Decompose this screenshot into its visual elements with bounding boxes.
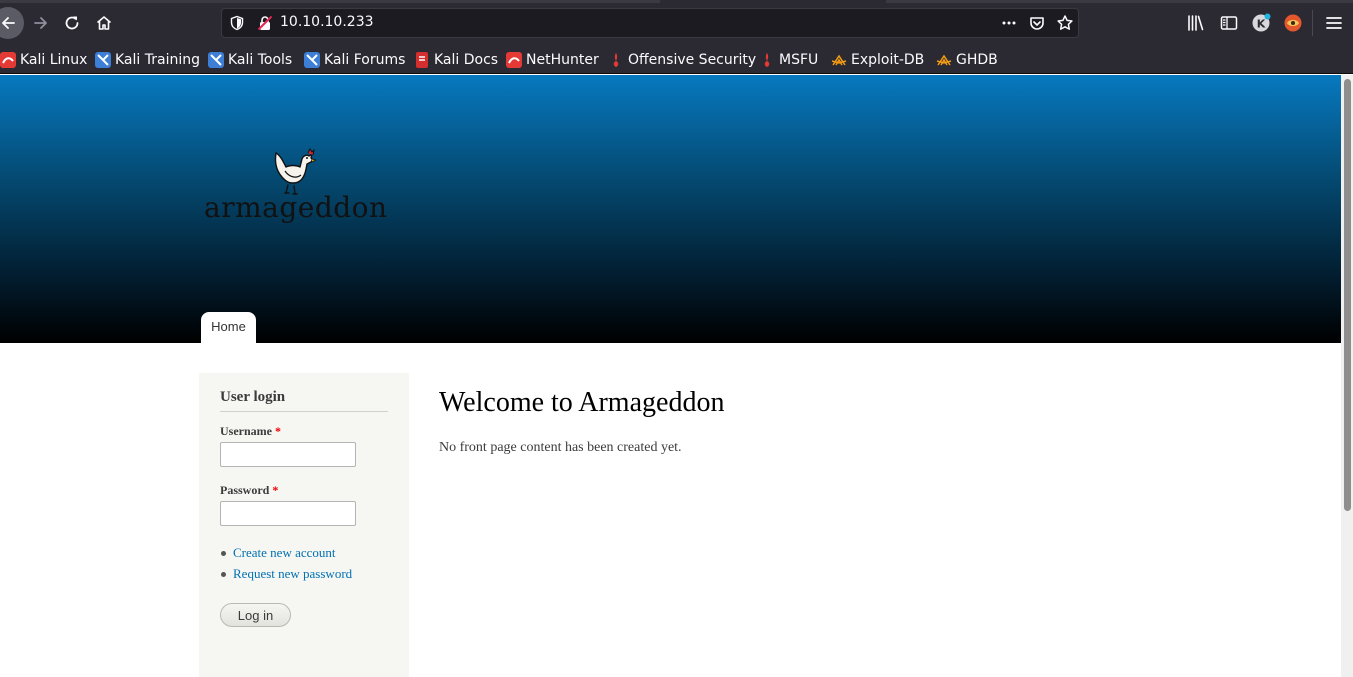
web-page: armageddon Home User login Username * Pa… <box>0 75 1341 677</box>
bookmark-kali-docs[interactable]: Kali Docs <box>414 49 498 71</box>
account-icon[interactable]: K <box>1251 13 1271 33</box>
password-label-text: Password <box>220 483 270 497</box>
password-input[interactable] <box>220 501 356 526</box>
bookmark-label: Kali Training <box>115 52 200 68</box>
bookmark-label: MSFU <box>779 52 819 68</box>
bookmark-kali-training[interactable]: Kali Training <box>95 49 200 71</box>
user-login-block: User login Username * Password * Create … <box>199 373 409 677</box>
reload-icon <box>65 16 79 30</box>
bookmark-kali-forums[interactable]: Kali Forums <box>304 49 405 71</box>
kali-icon <box>0 52 16 68</box>
back-button[interactable] <box>0 7 24 39</box>
page-body-text: No front page content has been created y… <box>439 440 682 455</box>
more-actions-icon[interactable] <box>1000 14 1018 32</box>
chicken-logo-icon <box>274 148 316 195</box>
page-title: Welcome to Armageddon <box>439 387 725 418</box>
arrow-right-icon <box>34 17 47 29</box>
site-logo[interactable]: armageddon <box>200 147 390 237</box>
list-item: Request new password <box>220 566 388 583</box>
bookmark-label: Kali Docs <box>434 52 499 68</box>
library-icon[interactable] <box>1186 13 1206 33</box>
log-in-button[interactable]: Log in <box>220 603 291 627</box>
password-label: Password * <box>220 483 388 498</box>
bookmark-exploit-db[interactable]: Exploit-DB <box>831 49 924 71</box>
browser-toolbar: 10.10.10.233 K <box>0 0 1353 46</box>
toolbar-separator <box>1312 10 1313 36</box>
create-account-link[interactable]: Create new account <box>233 545 336 560</box>
exploitdb-icon <box>831 54 847 66</box>
site-name[interactable]: armageddon <box>204 191 388 224</box>
bookmark-label: Kali Forums <box>324 52 406 68</box>
nav-tab-home[interactable]: Home <box>201 312 256 343</box>
nethunter-icon <box>506 52 522 68</box>
bookmark-label: Offensive Security <box>628 52 757 68</box>
bookmark-msfu[interactable]: MSFU <box>759 49 818 71</box>
bookmark-label: GHDB <box>956 52 998 68</box>
tab-strip <box>0 0 660 3</box>
vertical-scrollbar[interactable] <box>1341 75 1353 677</box>
ghdb-icon <box>936 54 952 66</box>
insecure-lock-icon[interactable] <box>257 15 273 31</box>
bookmark-star-icon[interactable] <box>1056 14 1074 32</box>
required-marker: * <box>274 424 281 438</box>
msfu-icon <box>764 53 770 67</box>
kali-forums-icon <box>304 52 320 68</box>
login-links-list: Create new account Request new password <box>220 545 388 583</box>
bookmark-label: Kali Linux <box>20 52 88 68</box>
username-label: Username * <box>220 424 388 439</box>
url-text[interactable]: 10.10.10.233 <box>280 14 374 30</box>
sidebar-icon[interactable] <box>1219 13 1239 33</box>
kali-tools-icon <box>208 52 224 68</box>
username-input[interactable] <box>220 442 356 467</box>
scrollbar-thumb[interactable] <box>1344 79 1351 511</box>
kali-docs-icon <box>416 52 428 68</box>
reload-button[interactable] <box>57 8 87 38</box>
bookmark-label: Kali Tools <box>228 52 293 68</box>
bookmark-nethunter[interactable]: NetHunter <box>506 49 599 71</box>
pocket-icon[interactable] <box>1028 14 1046 32</box>
tracking-protection-icon[interactable] <box>229 15 245 31</box>
offsec-icon <box>613 53 619 67</box>
url-bar[interactable]: 10.10.10.233 <box>221 8 1079 38</box>
hamburger-menu-icon[interactable] <box>1324 13 1344 33</box>
list-item: Create new account <box>220 545 388 562</box>
home-button[interactable] <box>89 8 119 38</box>
bookmark-offensive-security[interactable]: Offensive Security <box>608 49 756 71</box>
required-marker: * <box>272 483 279 497</box>
home-icon <box>96 16 112 30</box>
svg-text:K: K <box>1257 18 1266 31</box>
bookmark-label: NetHunter <box>526 52 599 68</box>
bookmark-label: Exploit-DB <box>851 52 925 68</box>
forward-button[interactable] <box>26 8 56 38</box>
bookmark-ghdb[interactable]: GHDB <box>936 49 998 71</box>
kali-training-icon <box>95 52 111 68</box>
bookmark-kali-linux[interactable]: Kali Linux <box>0 49 87 71</box>
tab-strip <box>886 0 1353 3</box>
bookmark-kali-tools[interactable]: Kali Tools <box>208 49 292 71</box>
extension-icon[interactable] <box>1283 13 1303 33</box>
login-block-title: User login <box>220 389 388 412</box>
arrow-left-icon <box>2 17 15 29</box>
username-label-text: Username <box>220 424 272 438</box>
bookmarks-toolbar: Kali Linux Kali Training Kali Tools Kali… <box>0 46 1353 74</box>
site-header: armageddon Home <box>0 75 1341 343</box>
request-password-link[interactable]: Request new password <box>233 566 352 581</box>
